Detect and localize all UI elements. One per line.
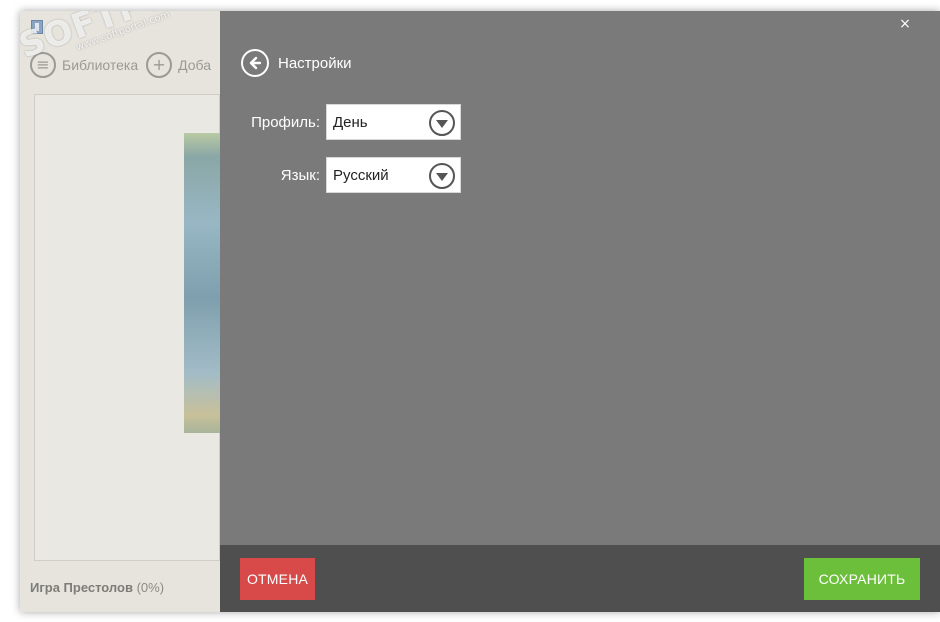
chevron-down-icon [429,110,455,136]
back-button[interactable] [241,49,269,77]
settings-header: Настройки [241,48,352,78]
profile-value: День [333,114,368,131]
profile-select[interactable]: День [326,104,461,140]
language-row: Язык: Русский [220,157,461,193]
add-nav-label: Доба [178,57,212,73]
language-select[interactable]: Русский [326,157,461,193]
library-nav: ≡ Библиотека + Доба [30,52,219,78]
app-window: ≡ Библиотека + Доба Игра Престолов (0%) … [20,11,940,612]
profile-label: Профиль: [251,113,320,131]
current-book-progress: (0%) [136,580,165,595]
profile-row: Профиль: День [220,104,461,140]
settings-panel: × Настройки Профиль: День Язык: Русский [220,11,940,612]
language-value: Русский [333,167,389,184]
library-nav-label: Библиотека [62,57,139,73]
current-book-status: Игра Престолов (0%) [30,580,164,595]
add-icon: + [146,52,173,78]
current-book-title: Игра Престолов [30,580,133,595]
language-label: Язык: [280,166,320,184]
arrow-left-icon [249,56,262,70]
book-icon: ≡ [30,52,56,78]
settings-footer: ОТМЕНА СОХРАНИТЬ [220,545,940,612]
close-icon[interactable]: × [898,17,912,31]
cancel-button[interactable]: ОТМЕНА [240,558,315,600]
app-logo-icon [31,20,43,34]
save-button[interactable]: СОХРАНИТЬ [804,558,920,600]
book-cover-image [184,133,220,433]
chevron-down-icon [429,163,455,189]
library-pane: ≡ Библиотека + Доба Игра Престолов (0%) [20,11,220,612]
page-title: Настройки [278,54,352,72]
